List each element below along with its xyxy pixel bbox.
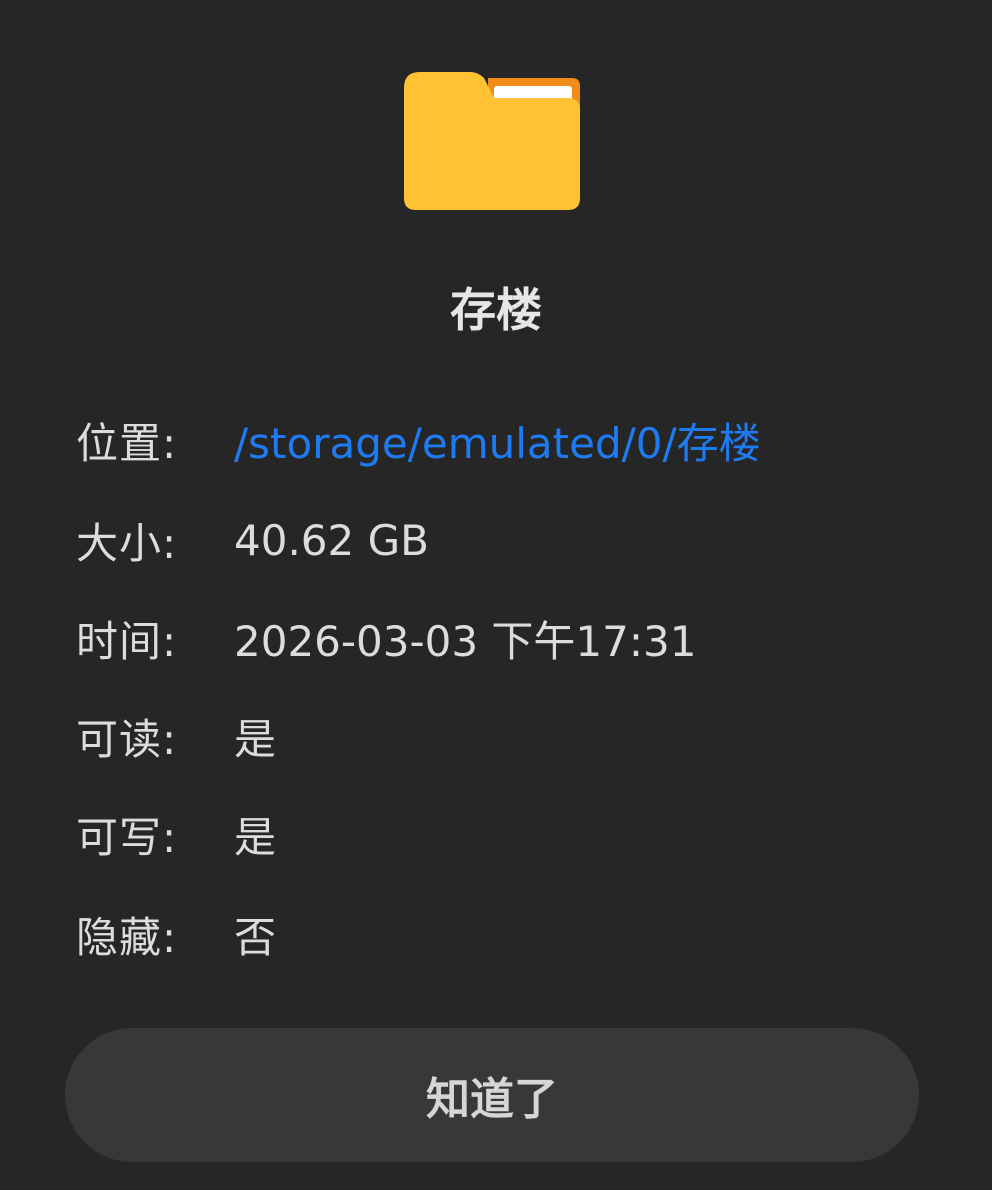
time-label: 时间:: [76, 616, 178, 666]
writable-value: 是: [234, 812, 277, 862]
readable-label: 可读:: [76, 714, 178, 764]
location-path-link[interactable]: /storage/emulated/0/存楼: [234, 410, 761, 471]
size-value: 40.62 GB: [234, 515, 429, 565]
location-label: 位置:: [76, 418, 178, 468]
time-value: 2026-03-03 下午17:31: [234, 616, 697, 666]
ok-button[interactable]: 知道了: [65, 1028, 919, 1162]
file-properties-dialog: 存楼 位置: /storage/emulated/0/存楼 大小: 40.62 …: [0, 0, 992, 1190]
folder-name-title: 存楼: [450, 283, 542, 337]
folder-icon: [404, 72, 580, 210]
hidden-label: 隐藏:: [76, 912, 178, 962]
time-row: 时间: 2026-03-03 下午17:31: [76, 608, 696, 668]
location-row: 位置: /storage/emulated/0/存楼: [76, 410, 761, 470]
hidden-row: 隐藏: 否: [76, 904, 276, 964]
readable-row: 可读: 是: [76, 706, 276, 766]
writable-label: 可写:: [76, 812, 178, 862]
writable-row: 可写: 是: [76, 804, 276, 864]
hidden-value: 否: [234, 912, 277, 962]
size-row: 大小: 40.62 GB: [76, 510, 429, 570]
readable-value: 是: [234, 714, 277, 764]
size-label: 大小:: [76, 518, 178, 568]
